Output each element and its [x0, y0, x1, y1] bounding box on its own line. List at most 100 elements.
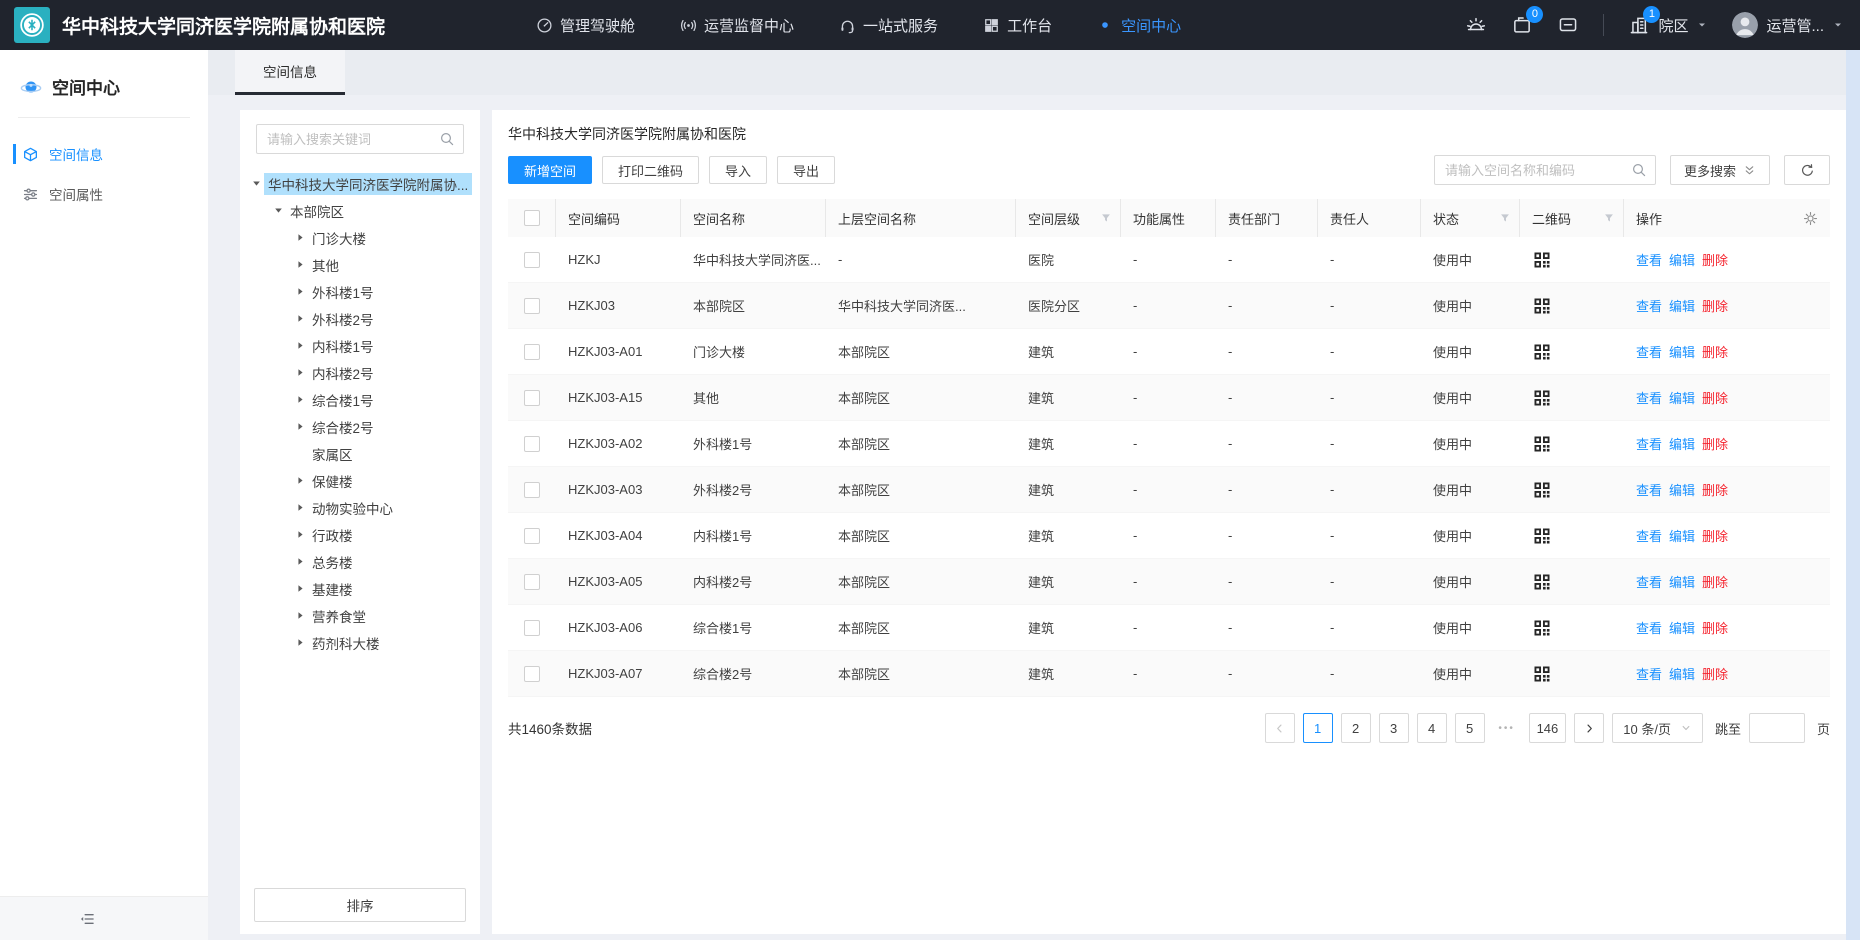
edit-link[interactable]: 编辑 [1669, 342, 1695, 361]
tree-node-label[interactable]: 外科楼1号 [308, 281, 378, 303]
caret-right-tree-icon[interactable] [292, 366, 308, 380]
more-search-button[interactable]: 更多搜索 [1670, 155, 1770, 185]
filter-icon[interactable] [1100, 212, 1112, 224]
tree-node[interactable]: 门诊大楼 [240, 224, 480, 251]
delete-link[interactable]: 删除 [1702, 388, 1728, 407]
tree-node-label[interactable]: 内科楼1号 [308, 335, 378, 357]
caret-right-tree-icon[interactable] [292, 501, 308, 515]
tree-node-label[interactable]: 动物实验中心 [308, 497, 397, 519]
tree-node[interactable]: 行政楼 [240, 521, 480, 548]
edit-link[interactable]: 编辑 [1669, 388, 1695, 407]
qr-icon[interactable] [1532, 572, 1552, 592]
tree-node[interactable]: 综合楼1号 [240, 386, 480, 413]
tree-node-label[interactable]: 总务楼 [308, 551, 357, 573]
sidebar-item-space-attr[interactable]: 空间属性 [0, 174, 208, 214]
page-button-3[interactable]: 3 [1379, 713, 1409, 743]
view-link[interactable]: 查看 [1636, 296, 1662, 315]
caret-right-tree-icon[interactable] [292, 474, 308, 488]
edit-link[interactable]: 编辑 [1669, 480, 1695, 499]
caret-right-tree-icon[interactable] [292, 609, 308, 623]
caret-right-tree-icon[interactable] [292, 312, 308, 326]
sidebar-item-space-info[interactable]: 空间信息 [0, 134, 208, 174]
tree-node[interactable]: 保健楼 [240, 467, 480, 494]
tree-node-label[interactable]: 家属区 [308, 443, 357, 465]
tree-node-label[interactable]: 行政楼 [308, 524, 357, 546]
print-qr-button[interactable]: 打印二维码 [602, 156, 699, 184]
caret-right-tree-icon[interactable] [292, 258, 308, 272]
delete-link[interactable]: 删除 [1702, 250, 1728, 269]
row-checkbox[interactable] [524, 252, 540, 268]
tree-node-label[interactable]: 本部院区 [286, 200, 348, 222]
campus-switcher[interactable]: 1 院区 [1628, 14, 1708, 36]
row-checkbox[interactable] [524, 390, 540, 406]
delete-link[interactable]: 删除 [1702, 434, 1728, 453]
view-link[interactable]: 查看 [1636, 526, 1662, 545]
tree-node[interactable]: 动物实验中心 [240, 494, 480, 521]
view-link[interactable]: 查看 [1636, 480, 1662, 499]
tree-node-label[interactable]: 其他 [308, 254, 343, 276]
qr-icon[interactable] [1532, 664, 1552, 684]
user-menu[interactable]: 运营管... [1732, 12, 1844, 38]
page-ellipsis[interactable]: ••• [1493, 723, 1521, 734]
delete-link[interactable]: 删除 [1702, 664, 1728, 683]
caret-right-tree-icon[interactable] [292, 528, 308, 542]
nav-item[interactable]: 一站式服务 [838, 15, 938, 36]
edit-link[interactable]: 编辑 [1669, 618, 1695, 637]
delete-link[interactable]: 删除 [1702, 526, 1728, 545]
caret-right-tree-icon[interactable] [292, 420, 308, 434]
tree-node[interactable]: 其他 [240, 251, 480, 278]
table-search-input[interactable] [1434, 155, 1656, 185]
sort-button[interactable]: 排序 [254, 888, 466, 922]
qr-icon[interactable] [1532, 342, 1552, 362]
search-icon[interactable] [1631, 162, 1647, 178]
filter-icon[interactable] [1499, 212, 1511, 224]
row-checkbox[interactable] [524, 528, 540, 544]
tree-node-label[interactable]: 营养食堂 [308, 605, 370, 627]
view-link[interactable]: 查看 [1636, 342, 1662, 361]
delete-link[interactable]: 删除 [1702, 618, 1728, 637]
tree-node-label[interactable]: 华中科技大学同济医学院附属协... [264, 173, 472, 195]
tree-node[interactable]: 基建楼 [240, 575, 480, 602]
scrollbar[interactable] [1846, 50, 1860, 940]
caret-right-tree-icon[interactable] [292, 285, 308, 299]
qr-icon[interactable] [1532, 526, 1552, 546]
todo-icon[interactable]: 0 [1511, 14, 1533, 36]
message-icon[interactable] [1557, 14, 1579, 36]
filter-icon[interactable] [1603, 212, 1615, 224]
export-button[interactable]: 导出 [777, 156, 835, 184]
jump-page-input[interactable] [1749, 713, 1805, 743]
view-link[interactable]: 查看 [1636, 250, 1662, 269]
qr-icon[interactable] [1532, 434, 1552, 454]
caret-right-tree-icon[interactable] [292, 555, 308, 569]
edit-link[interactable]: 编辑 [1669, 296, 1695, 315]
nav-item[interactable]: 工作台 [982, 15, 1052, 36]
collapse-sidebar-icon[interactable] [78, 910, 96, 928]
select-all-checkbox[interactable] [524, 210, 540, 226]
prev-page-button[interactable] [1265, 713, 1295, 743]
caret-right-tree-icon[interactable] [292, 636, 308, 650]
delete-link[interactable]: 删除 [1702, 296, 1728, 315]
row-checkbox[interactable] [524, 344, 540, 360]
tab-space-info[interactable]: 空间信息 [235, 50, 345, 95]
view-link[interactable]: 查看 [1636, 664, 1662, 683]
page-button-1[interactable]: 1 [1303, 713, 1333, 743]
edit-link[interactable]: 编辑 [1669, 526, 1695, 545]
tree-node-label[interactable]: 综合楼1号 [308, 389, 378, 411]
nav-item[interactable]: 管理驾驶舱 [535, 15, 635, 36]
tree-node[interactable]: 综合楼2号 [240, 413, 480, 440]
qr-icon[interactable] [1532, 480, 1552, 500]
page-button-2[interactable]: 2 [1341, 713, 1371, 743]
search-icon[interactable] [439, 131, 455, 147]
caret-right-tree-icon[interactable] [292, 339, 308, 353]
row-checkbox[interactable] [524, 482, 540, 498]
view-link[interactable]: 查看 [1636, 388, 1662, 407]
tree-node-label[interactable]: 门诊大楼 [308, 227, 370, 249]
view-link[interactable]: 查看 [1636, 618, 1662, 637]
alarm-icon[interactable] [1465, 14, 1487, 36]
caret-right-tree-icon[interactable] [292, 582, 308, 596]
tree-node[interactable]: 内科楼2号 [240, 359, 480, 386]
row-checkbox[interactable] [524, 574, 540, 590]
page-button-5[interactable]: 5 [1455, 713, 1485, 743]
tree-node[interactable]: 家属区 [240, 440, 480, 467]
caret-down-tree-icon[interactable] [248, 177, 264, 191]
